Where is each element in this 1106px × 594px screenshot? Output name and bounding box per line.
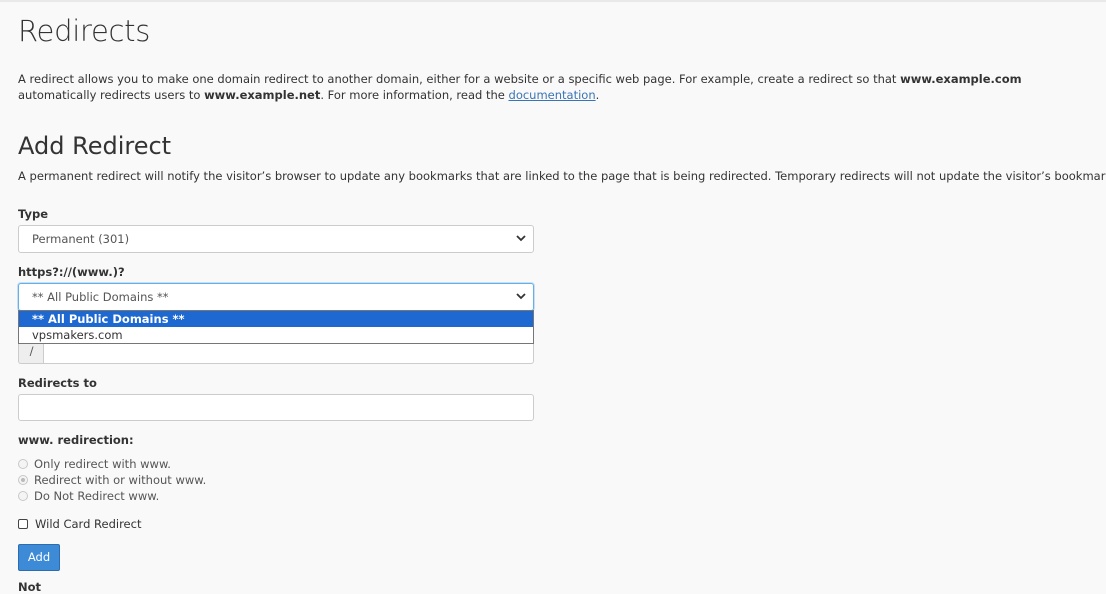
radio-label: Do Not Redirect www. [34,489,160,503]
intro-example-target: www.example.net [204,88,321,102]
type-select-value: Permanent (301) [32,232,130,246]
type-label: Type [18,207,49,221]
domain-dropdown-list: ** All Public Domains ** vpsmakers.com [18,310,534,344]
page-title: Redirects [18,14,151,48]
www-option-only-with[interactable]: Only redirect with www. [18,457,171,471]
wildcard-label: Wild Card Redirect [35,517,142,531]
chevron-down-icon [516,293,526,300]
intro-text-1: A redirect allows you to make one domain… [18,72,901,86]
domain-label: https?://(www.)? [18,265,125,279]
dropdown-option[interactable]: vpsmakers.com [19,327,533,343]
www-redirection-label: www. redirection: [18,433,134,447]
intro-text-2: automatically redirects users to [18,88,205,102]
www-option-with-or-without[interactable]: Redirect with or without www. [18,473,206,487]
redirects-to-input[interactable] [18,394,534,421]
wildcard-checkbox[interactable] [18,519,28,529]
radio-button[interactable] [18,491,28,501]
top-divider [0,0,1106,2]
radio-label: Redirect with or without www. [34,473,207,487]
intro-example-domain: www.example.com [900,72,1022,86]
radio-button[interactable] [18,459,28,469]
intro-text-4: . [595,88,600,102]
domain-select[interactable]: ** All Public Domains ** [18,283,534,311]
domain-select-value: ** All Public Domains ** [32,290,169,304]
add-redirect-title: Add Redirect [18,132,172,160]
add-redirect-description: A permanent redirect will notify the vis… [18,169,1106,183]
intro-paragraph: A redirect allows you to make one domain… [18,71,1078,103]
radio-label: Only redirect with www. [34,457,171,471]
note-label: Not [18,580,42,594]
chevron-down-icon [516,235,526,242]
redirects-to-label: Redirects to [18,376,97,390]
add-button[interactable]: Add [18,544,60,571]
type-select[interactable]: Permanent (301) [18,225,534,253]
intro-text-3: . For more information, read the [320,88,509,102]
dropdown-option[interactable]: ** All Public Domains ** [19,311,533,327]
radio-button[interactable] [18,475,28,485]
www-option-do-not[interactable]: Do Not Redirect www. [18,489,159,503]
wildcard-redirect-row[interactable]: Wild Card Redirect [18,517,141,531]
documentation-link[interactable]: documentation [509,88,596,102]
